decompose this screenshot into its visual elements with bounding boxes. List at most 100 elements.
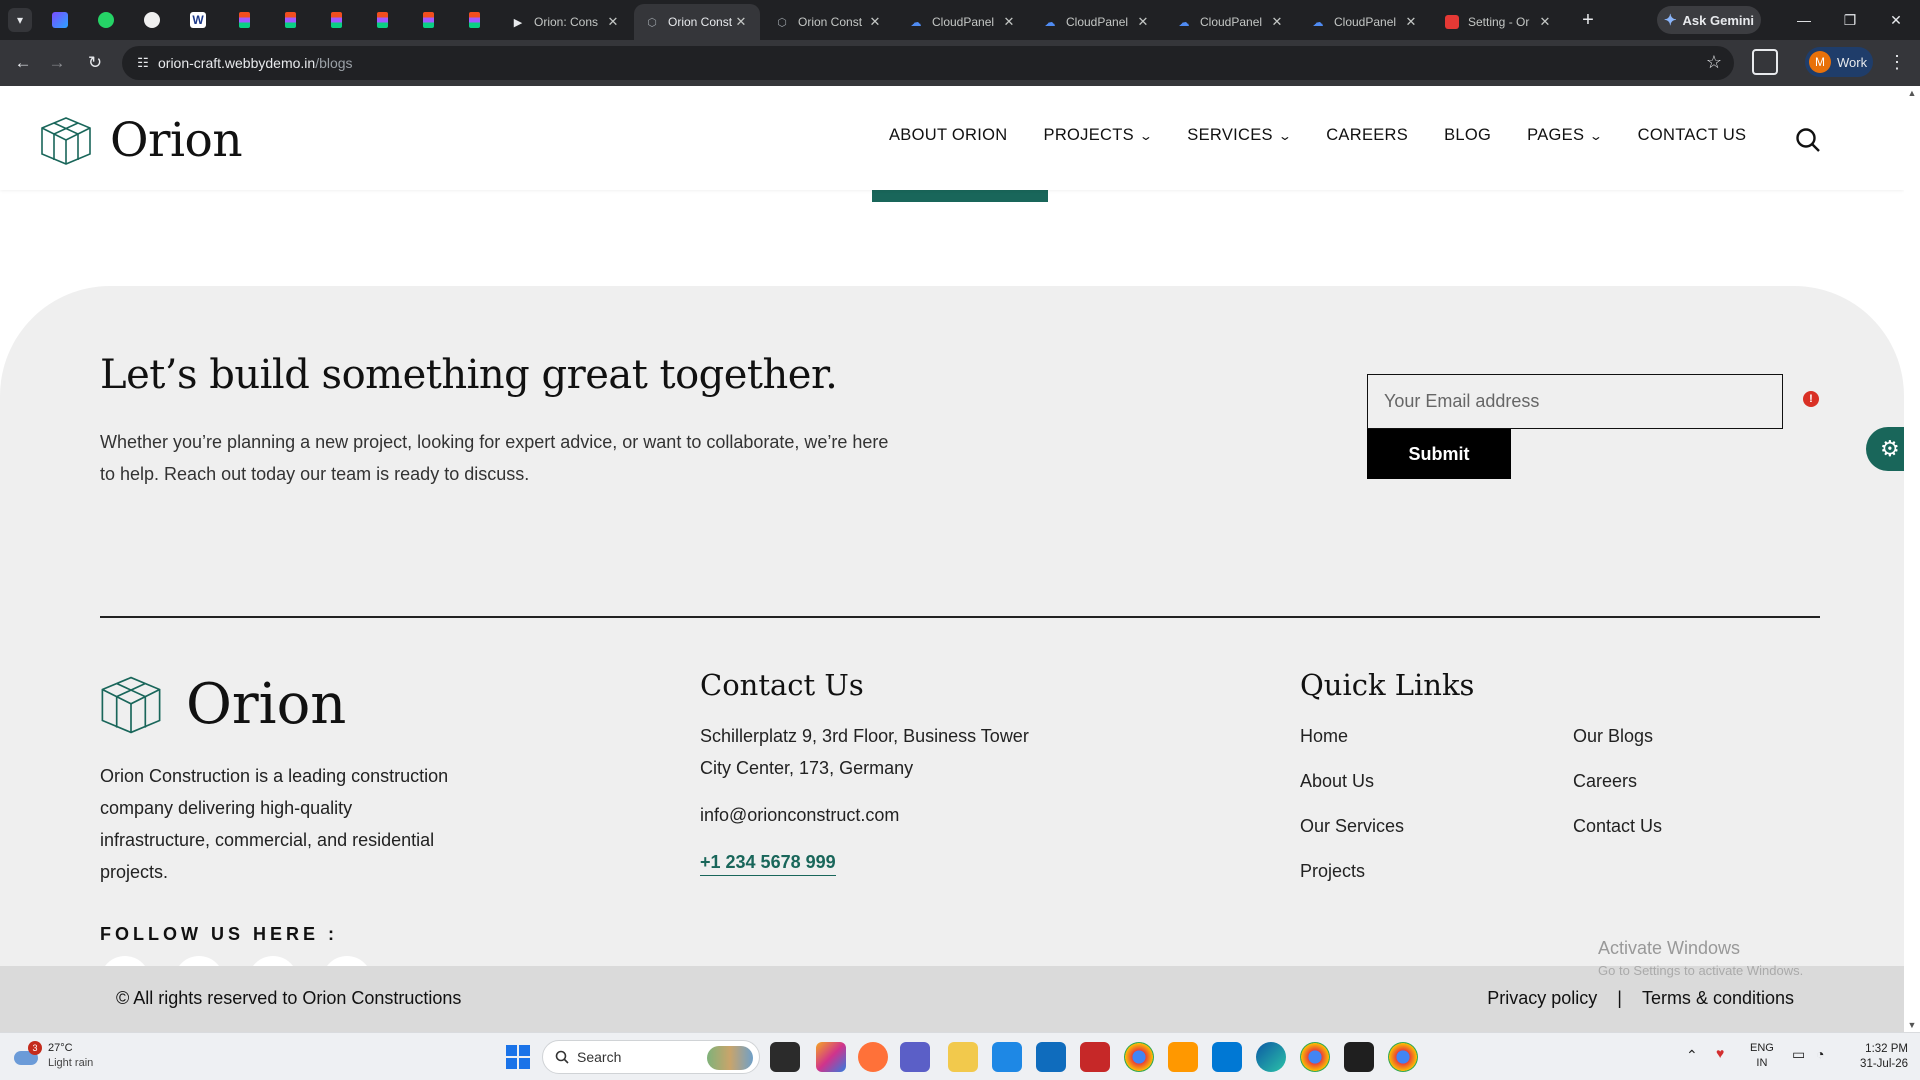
- email-field[interactable]: [1367, 374, 1783, 429]
- pinned-tab-extension[interactable]: [40, 8, 80, 32]
- teams-icon[interactable]: [900, 1042, 930, 1072]
- chrome-alt-profile-icon[interactable]: [1388, 1042, 1418, 1072]
- pinned-tab-figma-5[interactable]: [408, 8, 448, 32]
- language-indicator[interactable]: ENG IN: [1750, 1041, 1774, 1071]
- filezilla-icon[interactable]: [1080, 1042, 1110, 1072]
- quick-link-careers[interactable]: Careers: [1573, 771, 1637, 792]
- quick-link-projects[interactable]: Projects: [1300, 861, 1365, 882]
- new-tab-button[interactable]: +: [1574, 6, 1602, 34]
- pinned-tab-word[interactable]: W: [178, 8, 218, 32]
- browser-tab[interactable]: Setting - Or ✕: [1434, 4, 1564, 40]
- nav-label: SERVICES: [1187, 126, 1273, 144]
- close-icon[interactable]: ✕: [1402, 14, 1420, 30]
- edge-icon[interactable]: [1256, 1042, 1286, 1072]
- pinned-tab-figma-2[interactable]: [270, 8, 310, 32]
- extensions-icon[interactable]: [1752, 49, 1778, 75]
- minimize-icon[interactable]: —: [1781, 0, 1827, 40]
- nav-contact-us[interactable]: CONTACT US: [1638, 126, 1747, 145]
- pinned-tab-figma-1[interactable]: [224, 8, 264, 32]
- terms-conditions-link[interactable]: Terms & conditions: [1642, 988, 1794, 1009]
- outlook-icon[interactable]: [1036, 1042, 1066, 1072]
- section-divider: [100, 616, 1820, 618]
- figma-favicon-icon: [330, 12, 342, 28]
- submit-button[interactable]: Submit: [1367, 429, 1511, 479]
- nav-label: PAGES: [1527, 126, 1585, 144]
- close-icon[interactable]: ✕: [1268, 14, 1286, 30]
- close-icon[interactable]: ✕: [604, 14, 622, 30]
- volume-icon[interactable]: ◔: [1816, 1046, 1824, 1062]
- close-window-icon[interactable]: ✕: [1873, 0, 1919, 40]
- copilot-icon[interactable]: [816, 1042, 846, 1072]
- search-icon[interactable]: [1794, 126, 1822, 154]
- scroll-down-icon[interactable]: ▼: [1904, 1020, 1920, 1030]
- nav-services[interactable]: SERVICES ⌄: [1187, 126, 1292, 145]
- taskbar-search-box[interactable]: Search: [542, 1040, 760, 1074]
- pinned-tab-whatsapp[interactable]: [86, 8, 126, 32]
- quick-link-home[interactable]: Home: [1300, 726, 1348, 747]
- address-bar[interactable]: ☷ orion-craft.webbydemo.in/blogs ☆: [122, 46, 1734, 80]
- chrome-icon[interactable]: [1124, 1042, 1154, 1072]
- browser-tab-active[interactable]: ⬡ Orion Const ✕: [634, 4, 760, 40]
- system-clock[interactable]: 1:32 PM 31-Jul-26: [1852, 1042, 1908, 1072]
- file-explorer-icon[interactable]: [948, 1042, 978, 1072]
- browser-tab[interactable]: ▶ Orion: Cons ✕: [500, 4, 632, 40]
- bookmark-star-icon[interactable]: ☆: [1706, 52, 1722, 73]
- site-info-icon[interactable]: ☷: [134, 54, 152, 72]
- terminal-icon[interactable]: [1344, 1042, 1374, 1072]
- browser-toolbar: ← → ↻ ☷ orion-craft.webbydemo.in/blogs ☆: [0, 40, 1920, 86]
- reload-icon[interactable]: ↻: [81, 49, 109, 77]
- quick-link-our-services[interactable]: Our Services: [1300, 816, 1404, 837]
- site-logo[interactable]: Orion: [40, 113, 243, 168]
- settings-gear-icon[interactable]: ⚙: [1866, 427, 1904, 471]
- browser-tab[interactable]: ⬡ Orion Const ✕: [764, 4, 894, 40]
- pinned-tab-figma-4[interactable]: [362, 8, 402, 32]
- page-scrollbar[interactable]: ▲ ▼: [1904, 86, 1920, 1032]
- chevron-up-icon[interactable]: ⌃: [1686, 1047, 1698, 1064]
- close-icon[interactable]: ✕: [732, 14, 750, 30]
- task-view-icon[interactable]: [770, 1042, 800, 1072]
- scroll-up-icon[interactable]: ▲: [1904, 88, 1920, 98]
- quick-link-our-blogs[interactable]: Our Blogs: [1573, 726, 1653, 747]
- nav-projects[interactable]: PROJECTS ⌄: [1043, 126, 1153, 145]
- microsoft-store-icon[interactable]: [992, 1042, 1022, 1072]
- nav-blog[interactable]: BLOG: [1444, 126, 1491, 145]
- footer-logo[interactable]: Orion: [100, 672, 346, 737]
- close-icon[interactable]: ✕: [1134, 14, 1152, 30]
- forward-icon[interactable]: →: [43, 49, 71, 77]
- browser-menu-icon[interactable]: ⋮: [1885, 48, 1909, 76]
- nav-careers[interactable]: CAREERS: [1326, 126, 1408, 145]
- quick-link-about-us[interactable]: About Us: [1300, 771, 1374, 792]
- close-icon[interactable]: ✕: [1000, 14, 1018, 30]
- nav-about-orion[interactable]: ABOUT ORION: [889, 126, 1008, 145]
- close-icon[interactable]: ✕: [1536, 14, 1554, 30]
- ask-gemini-button[interactable]: ✦ Ask Gemini: [1657, 6, 1761, 34]
- quick-link-contact-us[interactable]: Contact Us: [1573, 816, 1662, 837]
- cloudpanel-favicon-icon: ☁: [910, 16, 922, 29]
- pinned-tab-github[interactable]: [132, 8, 172, 32]
- browser-tab[interactable]: ☁ CloudPanel ✕: [1032, 4, 1162, 40]
- close-icon[interactable]: ✕: [866, 14, 884, 30]
- sublime-text-icon[interactable]: [1168, 1042, 1198, 1072]
- back-icon[interactable]: ←: [9, 49, 37, 77]
- tab-search-dropdown-icon[interactable]: ▾: [8, 8, 32, 32]
- windows-start-icon[interactable]: [506, 1045, 530, 1069]
- contact-email-link[interactable]: info@orionconstruct.com: [700, 805, 899, 826]
- browser-tab[interactable]: ☁ CloudPanel ✕: [1300, 4, 1430, 40]
- firefox-icon[interactable]: [858, 1042, 888, 1072]
- pinned-tab-figma-3[interactable]: [316, 8, 356, 32]
- nav-label: PROJECTS: [1043, 126, 1134, 144]
- contact-phone-link[interactable]: +1 234 5678 999: [700, 852, 836, 876]
- vscode-icon[interactable]: [1212, 1042, 1242, 1072]
- pinned-tab-figma-6[interactable]: [454, 8, 494, 32]
- browser-tab[interactable]: ☁ CloudPanel ✕: [898, 4, 1028, 40]
- chrome-work-profile-icon[interactable]: [1300, 1042, 1330, 1072]
- weather-widget[interactable]: 3 27°C Light rain: [14, 1041, 93, 1071]
- network-icon[interactable]: ▭: [1792, 1046, 1805, 1063]
- tray-app-icon[interactable]: ♥: [1716, 1045, 1724, 1061]
- restore-icon[interactable]: ❐: [1827, 0, 1873, 40]
- browser-tab[interactable]: ☁ CloudPanel ✕: [1166, 4, 1296, 40]
- nav-pages[interactable]: PAGES ⌄: [1527, 126, 1603, 145]
- privacy-policy-link[interactable]: Privacy policy: [1487, 988, 1597, 1009]
- notification-badge: 3: [28, 1041, 42, 1055]
- profile-button[interactable]: M Work: [1805, 47, 1873, 77]
